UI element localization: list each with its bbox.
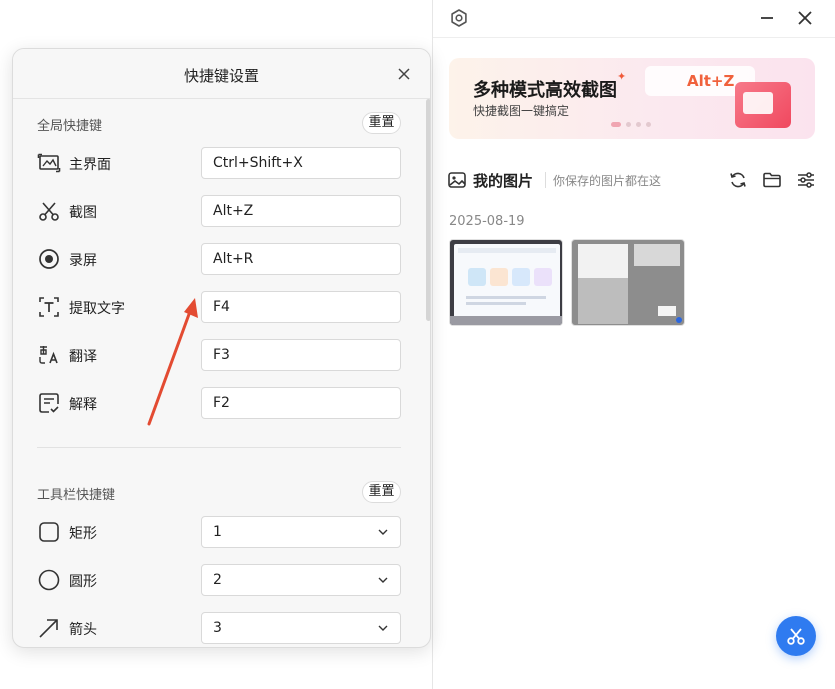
carousel-dot[interactable] <box>626 122 631 127</box>
tool-shortcut-select[interactable]: 3 <box>201 612 401 644</box>
minimize-button[interactable] <box>757 8 777 28</box>
select-value: 2 <box>213 572 222 588</box>
shortcut-settings-dialog: 快捷键设置 全局快捷键 重置 主界面 Ctrl+Shift+X 截图 Alt+Z <box>12 48 431 648</box>
tool-label: 矩形 <box>69 523 97 543</box>
image-icon <box>447 170 467 190</box>
select-value: 3 <box>213 620 222 636</box>
gallery-title: 我的图片 <box>473 170 533 191</box>
scissors-icon <box>37 199 61 223</box>
gallery-subtitle: 你保存的图片都在这 <box>553 172 661 189</box>
banner-subtitle: 快捷截图一键搞定 <box>473 102 569 119</box>
toolbar-reset-button[interactable]: 重置 <box>362 481 401 503</box>
shortcut-input[interactable]: Alt+Z <box>201 195 401 227</box>
close-button[interactable] <box>795 8 815 28</box>
carousel-dot[interactable] <box>646 122 651 127</box>
banner-title: 多种模式高效截图 <box>473 76 617 102</box>
carousel-dot[interactable] <box>636 122 641 127</box>
shortcut-input[interactable]: Alt+R <box>201 243 401 275</box>
global-shortcuts-label: 全局快捷键 <box>37 115 102 134</box>
chevron-down-icon <box>378 624 388 632</box>
dialog-close-button[interactable] <box>395 65 413 83</box>
picture-illustration-icon <box>735 82 791 128</box>
rectangle-icon <box>37 520 61 544</box>
scissors-icon <box>786 626 806 646</box>
refresh-button[interactable] <box>727 169 749 191</box>
minimize-icon <box>757 8 777 28</box>
tool-shortcut-select[interactable]: 2 <box>201 564 401 596</box>
shortcut-label: 提取文字 <box>69 298 125 318</box>
toolbar-row-rectangle: 矩形 1 <box>37 516 403 548</box>
filter-button[interactable] <box>795 169 817 191</box>
toolbar-row-circle: 圆形 2 <box>37 564 403 596</box>
sparkle-icon: ✦ <box>617 70 626 83</box>
main-window: 多种模式高效截图 快捷截图一键搞定 ✦ Alt+Z 我的图片 你保存的图片都在这 <box>432 0 835 689</box>
screenshot-thumbnail[interactable] <box>449 239 563 326</box>
tool-label: 箭头 <box>69 619 97 639</box>
toolbar-shortcuts-label: 工具栏快捷键 <box>37 484 115 503</box>
main-screen-icon <box>37 151 61 175</box>
text-extract-icon <box>37 295 61 319</box>
date-group-label: 2025-08-19 <box>449 214 525 229</box>
shortcut-row-explain: 解释 F2 <box>37 387 403 419</box>
circle-icon <box>37 568 61 592</box>
sliders-icon <box>795 169 817 191</box>
gear-icon <box>449 8 469 28</box>
screenshot-thumbnail[interactable] <box>571 239 685 326</box>
shortcut-input[interactable]: F2 <box>201 387 401 419</box>
shortcut-label: 解释 <box>69 394 97 414</box>
tool-shortcut-select[interactable]: 1 <box>201 516 401 548</box>
window-titlebar <box>433 0 835 38</box>
arrow-icon <box>37 616 61 640</box>
carousel-dots <box>611 122 651 127</box>
shortcut-row-screenshot: 截图 Alt+Z <box>37 195 403 227</box>
shortcut-label: 录屏 <box>69 250 97 270</box>
translate-icon <box>37 343 61 367</box>
chevron-down-icon <box>378 528 388 536</box>
chevron-down-icon <box>378 576 388 584</box>
promo-banner[interactable]: 多种模式高效截图 快捷截图一键搞定 ✦ Alt+Z <box>449 58 815 139</box>
global-reset-button[interactable]: 重置 <box>362 112 401 134</box>
section-divider <box>37 447 401 448</box>
refresh-icon <box>727 169 749 191</box>
gallery-header: 我的图片 你保存的图片都在这 <box>447 168 823 192</box>
open-folder-button[interactable] <box>761 169 783 191</box>
shortcut-input[interactable]: F4 <box>201 291 401 323</box>
dialog-header: 快捷键设置 <box>13 49 430 99</box>
folder-icon <box>761 169 783 191</box>
toolbar-row-arrow: 箭头 3 <box>37 612 403 644</box>
shortcut-label: 翻译 <box>69 346 97 366</box>
screenshot-fab-button[interactable] <box>776 616 816 656</box>
select-value: 1 <box>213 524 222 540</box>
divider <box>545 172 546 188</box>
shortcut-row-extract-text: 提取文字 F4 <box>37 291 403 323</box>
shortcut-label: 截图 <box>69 202 97 222</box>
shortcut-input[interactable]: F3 <box>201 339 401 371</box>
explain-icon <box>37 391 61 415</box>
shortcut-row-translate: 翻译 F3 <box>37 339 403 371</box>
close-icon <box>395 65 413 83</box>
banner-shortcut: Alt+Z <box>687 72 734 90</box>
scrollbar-thumb[interactable] <box>426 99 431 321</box>
close-icon <box>795 8 815 28</box>
shortcut-row-record: 录屏 Alt+R <box>37 243 403 275</box>
dialog-title: 快捷键设置 <box>13 65 430 86</box>
shortcut-input[interactable]: Ctrl+Shift+X <box>201 147 401 179</box>
carousel-dot[interactable] <box>611 122 621 127</box>
settings-button[interactable] <box>449 8 469 28</box>
shortcut-label: 主界面 <box>69 154 111 174</box>
record-icon <box>37 247 61 271</box>
shortcut-row-main-window: 主界面 Ctrl+Shift+X <box>37 147 403 179</box>
tool-label: 圆形 <box>69 571 97 591</box>
